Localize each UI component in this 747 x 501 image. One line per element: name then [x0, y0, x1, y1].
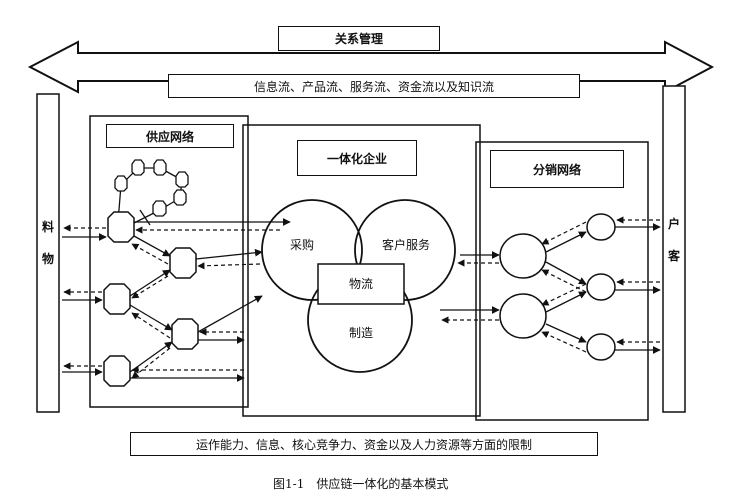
- distribution-dashed-links: [441, 216, 660, 353]
- logistics-label: 物流: [349, 277, 374, 291]
- supplier-nodes: [103, 211, 199, 387]
- customer-char-1: 客: [667, 249, 680, 263]
- flows-banner: 信息流、产品流、服务流、资金流以及知识流: [168, 74, 580, 98]
- constraints-banner: 运作能力、信息、核心竞争力、资金以及人力资源等方面的限制: [130, 432, 598, 456]
- figure-caption: 图1-1 供应链一体化的基本模式: [273, 477, 449, 491]
- supply-network-label: 供应网络: [106, 124, 234, 148]
- integrated-enterprise-label: 一体化企业: [297, 140, 417, 176]
- relationship-management-label: 关系管理: [278, 26, 440, 51]
- supply-solid-links: [62, 218, 291, 382]
- manufacturing-label: 制造: [349, 326, 374, 340]
- customer-service-label: 客户服务: [382, 238, 431, 252]
- distribution-network-label: 分销网络: [490, 150, 624, 188]
- distribution-solid-links: [440, 223, 661, 354]
- procurement-label: 采购: [290, 238, 315, 252]
- customer-char-2: 户: [667, 217, 680, 231]
- materials-char-2: 料: [41, 220, 54, 234]
- materials-char-1: 物: [41, 252, 54, 266]
